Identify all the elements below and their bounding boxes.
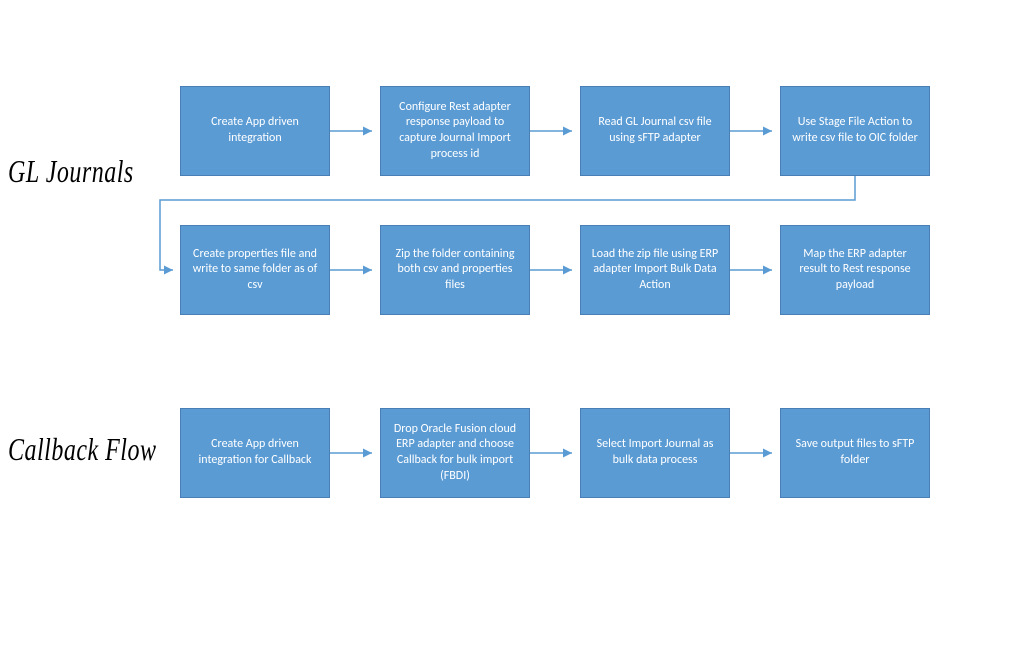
box-create-app-callback: Create App driven integration for Callba…	[180, 408, 330, 498]
box-text: Use Stage File Action to write csv file …	[789, 115, 921, 146]
arrow-r2-3	[730, 264, 780, 276]
box-save-output-files: Save output files to sFTP folder	[780, 408, 930, 498]
box-read-gl-journal-csv: Read GL Journal csv file using sFTP adap…	[580, 86, 730, 176]
box-text: Create App driven integration for Callba…	[189, 437, 321, 468]
box-create-app-driven-integration: Create App driven integration	[180, 86, 330, 176]
box-text: Save output files to sFTP folder	[789, 437, 921, 468]
box-create-properties-file: Create properties file and write to same…	[180, 225, 330, 315]
arrow-r2-2	[530, 264, 580, 276]
box-text: Zip the folder containing both csv and p…	[389, 247, 521, 294]
box-select-import-journal: Select Import Journal as bulk data proce…	[580, 408, 730, 498]
box-text: Configure Rest adapter response payload …	[389, 100, 521, 162]
box-map-erp-adapter: Map the ERP adapter result to Rest respo…	[780, 225, 930, 315]
arrow-r1-2	[530, 125, 580, 137]
box-text: Map the ERP adapter result to Rest respo…	[789, 247, 921, 294]
callback-flow-label: Callback Flow	[8, 434, 156, 469]
box-drop-oracle-fusion: Drop Oracle Fusion cloud ERP adapter and…	[380, 408, 530, 498]
box-configure-rest-adapter: Configure Rest adapter response payload …	[380, 86, 530, 176]
box-text: Select Import Journal as bulk data proce…	[589, 437, 721, 468]
box-text: Load the zip file using ERP adapter Impo…	[589, 247, 721, 294]
arrow-r2-1	[330, 264, 380, 276]
box-text: Create App driven integration	[189, 115, 321, 146]
box-text: Drop Oracle Fusion cloud ERP adapter and…	[389, 422, 521, 484]
arrow-r1-1	[330, 125, 380, 137]
box-text: Read GL Journal csv file using sFTP adap…	[589, 115, 721, 146]
arrow-r3-1	[330, 447, 380, 459]
box-text: Create properties file and write to same…	[189, 247, 321, 294]
box-zip-folder: Zip the folder containing both csv and p…	[380, 225, 530, 315]
arrow-r3-3	[730, 447, 780, 459]
box-use-stage-file-action: Use Stage File Action to write csv file …	[780, 86, 930, 176]
arrow-r1-3	[730, 125, 780, 137]
box-load-zip-file: Load the zip file using ERP adapter Impo…	[580, 225, 730, 315]
arrow-r3-2	[530, 447, 580, 459]
gl-journals-label: GL Journals	[8, 156, 134, 191]
